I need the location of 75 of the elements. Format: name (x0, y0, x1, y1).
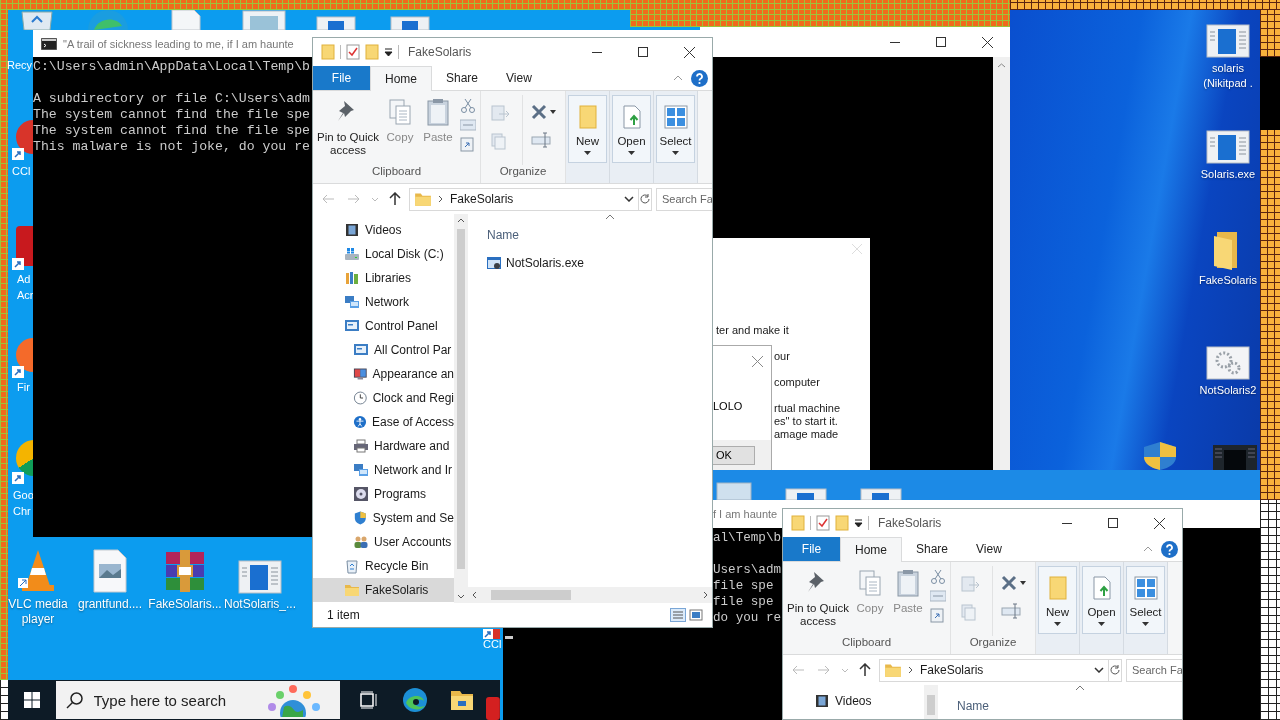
nav-item[interactable]: Control Panel (313, 314, 454, 338)
ribbon-tab[interactable]: Share (902, 537, 963, 561)
icon-label[interactable]: solaris (Nikitpad . (1197, 61, 1259, 91)
window-title: "A trail of sickness leading to me, if I am haunte (63, 37, 294, 50)
icon-label[interactable]: Solaris.exe (1200, 167, 1256, 182)
column-header[interactable]: Name (487, 228, 519, 242)
file-menu-tab[interactable]: File (783, 537, 840, 561)
dialog-text: es" to start it. (774, 415, 838, 427)
window-title: FakeSolaris (878, 516, 942, 530)
nav-item[interactable]: FakeSolaris (313, 578, 454, 602)
ribbon-button[interactable]: Select (656, 95, 695, 163)
nav-item[interactable]: Videos (783, 689, 924, 713)
console-line: file spe (713, 578, 774, 594)
window-title: f I am haunte (713, 508, 778, 520)
nav-item[interactable]: Videos (313, 218, 454, 242)
console-line: Users\adm (713, 562, 782, 578)
search-field[interactable]: Search Fa (1126, 658, 1182, 682)
ribbon-tab[interactable]: View (962, 537, 1016, 561)
console-line: C:\Users\admin\AppData\Local\Temp\b (33, 59, 310, 75)
dialog-text: amage made (774, 428, 839, 440)
console-line: do you re (713, 610, 782, 626)
nav-item[interactable]: Programs (313, 482, 454, 506)
console-line: The system cannot find the file spe (33, 107, 310, 123)
ribbon-button[interactable]: New (568, 95, 607, 163)
nav-item[interactable]: System and Se (313, 506, 454, 530)
group-label: Clipboard (371, 165, 422, 179)
group-label: Organize (969, 636, 1017, 650)
ribbon-button[interactable]: Pin to Quick access (785, 566, 851, 636)
nav-item[interactable]: Recycle Bin (313, 554, 454, 578)
breadcrumb[interactable]: FakeSolaris (920, 663, 984, 677)
dialog-text: computer (774, 376, 820, 388)
nav-item[interactable]: Network (313, 290, 454, 314)
nav-item[interactable]: Network and Ir (313, 458, 454, 482)
nav-item[interactable]: Libraries (313, 266, 454, 290)
file-item[interactable]: NotSolaris.exe (486, 253, 585, 273)
ribbon-button[interactable]: Select (1126, 566, 1165, 634)
nav-item[interactable]: Hardware and (313, 434, 454, 458)
ribbon-tab[interactable]: View (492, 66, 546, 90)
icon-label[interactable]: FakeSolaris (1198, 273, 1258, 288)
console-line: The system cannot find the file spe (33, 123, 310, 139)
search-field[interactable]: Type here to search (91, 690, 252, 710)
dialog-text: ter and make it (716, 324, 789, 336)
nav-item[interactable]: Clock and Regi (313, 386, 454, 410)
ribbon-button[interactable]: Pin to Quick access (315, 95, 381, 165)
dialog-text: our (774, 350, 790, 362)
nav-item[interactable]: Appearance an (313, 362, 454, 386)
ribbon-tab[interactable]: Home (840, 537, 902, 562)
dialog-text: LOLO (713, 400, 743, 412)
console-line: file spe (713, 594, 774, 610)
ribbon-button[interactable]: Open (1082, 566, 1121, 634)
ribbon-tab[interactable]: Share (432, 66, 493, 90)
ok-button[interactable]: OK (713, 445, 755, 465)
address-bar[interactable]: FakeSolaris (409, 187, 639, 211)
column-header[interactable]: Name (957, 699, 989, 713)
breadcrumb[interactable]: FakeSolaris (450, 192, 514, 206)
group-label: Organize (499, 165, 547, 179)
console-line: A subdirectory or file C:\Users\adm (33, 91, 310, 107)
search-box[interactable]: Type here to search (55, 681, 340, 719)
group-label: Clipboard (841, 636, 892, 650)
search-field[interactable]: Search Fa (656, 187, 712, 211)
dialog-text: rtual machine (774, 402, 841, 414)
nav-item[interactable]: User Accounts (313, 530, 454, 554)
nav-item[interactable]: Local Disk (C:) (313, 242, 454, 266)
nav-item[interactable]: Ease of Access (313, 410, 454, 434)
status-text: 1 item (327, 608, 360, 622)
icon-label[interactable]: NotSolaris2 (1199, 383, 1257, 398)
console-line: This malware is not joke, do you re (33, 139, 310, 155)
file-menu-tab[interactable]: File (313, 66, 370, 90)
ribbon-tab[interactable]: Home (370, 66, 432, 91)
ribbon-button[interactable]: New (1038, 566, 1077, 634)
window-title: FakeSolaris (408, 45, 472, 59)
address-bar[interactable]: FakeSolaris (879, 658, 1109, 682)
ribbon-button[interactable]: Open (612, 95, 651, 163)
nav-item[interactable]: All Control Par (313, 338, 454, 362)
console-line: al\Temp\b (713, 530, 782, 546)
